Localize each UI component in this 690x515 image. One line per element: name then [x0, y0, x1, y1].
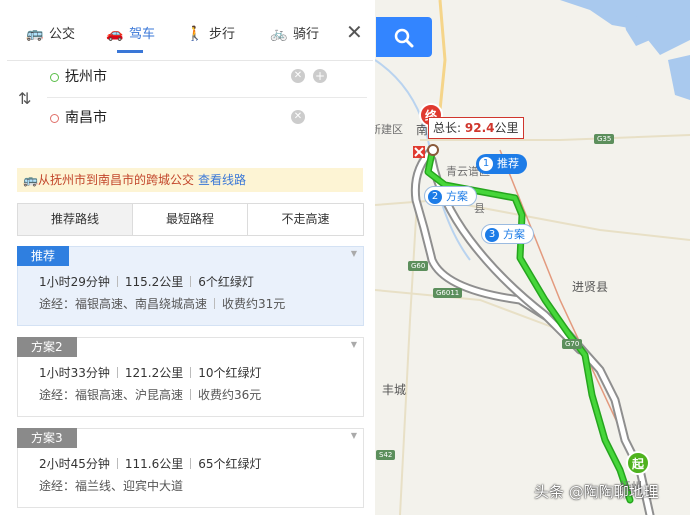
route-time: 1小时33分钟: [39, 366, 110, 380]
map-place-label: 丰城: [382, 383, 407, 397]
add-waypoint-icon[interactable]: +: [313, 69, 327, 83]
mode-car[interactable]: 🚗 驾车: [105, 24, 156, 53]
route-toll: 收费约36元: [198, 388, 262, 402]
mode-bike[interactable]: 🚲 骑行: [269, 24, 319, 44]
route-card-2[interactable]: 方案2 ▼ 1小时33分钟 121.2公里 10个红绿灯 途经：福银高速、沪昆高速收…: [17, 337, 364, 417]
route-lights: 10个红绿灯: [198, 366, 262, 380]
route-tag-recommended[interactable]: 1 推荐: [476, 154, 527, 174]
route-via-text: 途经：福兰线、迎宾中大道: [39, 479, 184, 493]
route-summary: 2小时45分钟 111.6公里 65个红绿灯: [39, 455, 262, 473]
route-tag-plan-2[interactable]: 2 方案: [424, 186, 477, 206]
route-distance: 115.2公里: [124, 275, 184, 289]
route-via-text: 途经：福银高速、沪昆高速: [39, 388, 184, 402]
mode-bus[interactable]: 🚌 公交: [25, 24, 75, 44]
route-badge: 推荐: [17, 246, 70, 266]
caret-down-icon: ▼: [350, 249, 357, 258]
destination-field[interactable]: 南昌市 ✕: [47, 102, 367, 138]
route-panel: 🚌 公交 🚗 驾车 🚶 步行 🚲 骑行 ✕ ⇅ 抚州市 ✕ + 南昌市 ✕ 🚌从抚州市到…: [0, 0, 375, 515]
total-distance-value: 92.4: [464, 121, 495, 135]
tab-shortest[interactable]: 最短路程: [133, 204, 248, 235]
tab-recommended[interactable]: 推荐路线: [18, 204, 133, 235]
route-via: 途经：福银高速、沪昆高速 收费约36元: [39, 386, 261, 404]
route-preference-tabs: 推荐路线 最短路程 不走高速: [17, 203, 364, 236]
route-tag-label: 方案: [503, 228, 525, 241]
map-place-label: 进贤县: [572, 280, 609, 294]
mode-walk[interactable]: 🚶 步行: [185, 24, 235, 44]
clear-origin-icon[interactable]: ✕: [291, 69, 305, 83]
bus-icon: 🚌: [26, 26, 44, 42]
tab-no-highway[interactable]: 不走高速: [248, 204, 363, 235]
route-inputs: ⇅ 抚州市 ✕ + 南昌市 ✕: [7, 60, 373, 140]
highway-shield: G35: [594, 134, 615, 144]
route-distance: 111.6公里: [124, 457, 184, 471]
search-button[interactable]: [376, 17, 432, 57]
car-icon: 🚗: [106, 26, 124, 42]
input-divider: [47, 97, 367, 98]
bike-icon: 🚲: [270, 26, 288, 42]
highway-shield: G70: [562, 339, 583, 349]
route-summary: 1小时29分钟 115.2公里 6个红绿灯: [39, 273, 254, 291]
route-via-text: 途经：福银高速、南昌绕城高速: [39, 297, 208, 311]
route-card-1[interactable]: 推荐 ▼ 1小时29分钟 115.2公里 6个红绿灯 途经：福银高速、南昌绕城高速收…: [17, 246, 364, 326]
intercity-bus-tip: 🚌从抚州市到南昌市的跨城公交 查看线路: [17, 168, 363, 192]
route-toll: 收费约31元: [222, 297, 286, 311]
origin-input[interactable]: 抚州市: [65, 67, 107, 87]
view-lines-link[interactable]: 查看线路: [198, 173, 246, 187]
route-badge: 方案2: [17, 337, 77, 357]
mode-label: 公交: [49, 27, 76, 42]
map-place-label: 县: [474, 202, 485, 215]
watermark: 头条 @陶陶聊地理: [534, 483, 659, 501]
route-tag-label: 方案: [446, 190, 468, 203]
clear-destination-icon[interactable]: ✕: [291, 110, 305, 124]
start-pin[interactable]: 起: [626, 451, 650, 475]
route-tag-plan-3[interactable]: 3 方案: [481, 224, 534, 244]
total-distance-box: 总长: 92.4公里: [428, 117, 524, 139]
travel-mode-bar: 🚌 公交 🚗 驾车 🚶 步行 🚲 骑行: [7, 12, 373, 60]
route-badge: 方案3: [17, 428, 77, 448]
caret-down-icon: ▼: [350, 431, 357, 440]
route-via: 途经：福兰线、迎宾中大道: [39, 477, 183, 495]
search-icon: [394, 28, 414, 48]
bus-tip-text: 从抚州市到南昌市的跨城公交: [37, 173, 194, 187]
route-tag-number: 2: [428, 190, 442, 204]
mode-label: 步行: [209, 27, 236, 42]
route-via: 途经：福银高速、南昌绕城高速 收费约31元: [39, 295, 285, 313]
total-distance-label: 总长:: [433, 121, 462, 135]
swap-icon[interactable]: ⇅: [18, 89, 31, 108]
route-tag-label: 推荐: [497, 157, 519, 170]
origin-dot-icon: [50, 73, 59, 82]
route-card-3[interactable]: 方案3 ▼ 2小时45分钟 111.6公里 65个红绿灯 途经：福兰线、迎宾中大道: [17, 428, 364, 508]
route-lights: 65个红绿灯: [198, 457, 262, 471]
route-distance: 121.2公里: [124, 366, 184, 380]
highway-shield: G6011: [433, 288, 463, 298]
bus-icon: 🚌: [23, 173, 38, 187]
total-distance-unit: 公里: [494, 121, 519, 135]
close-icon[interactable]: ✕: [346, 22, 363, 42]
highway-shield: S42: [376, 450, 396, 460]
route-results: 🚌从抚州市到南昌市的跨城公交 查看线路 推荐路线 最短路程 不走高速 推荐 ▼ 1…: [7, 148, 373, 515]
origin-field[interactable]: 抚州市 ✕ +: [47, 61, 367, 97]
route-time: 1小时29分钟: [39, 275, 110, 289]
destination-input[interactable]: 南昌市: [65, 108, 107, 128]
destination-dot-icon: [50, 114, 59, 123]
highway-shield: G60: [408, 261, 429, 271]
route-tag-number: 1: [479, 157, 493, 171]
walk-icon: 🚶: [186, 26, 204, 42]
route-summary: 1小时33分钟 121.2公里 10个红绿灯: [39, 364, 262, 382]
route-tag-number: 3: [485, 228, 499, 242]
caret-down-icon: ▼: [350, 340, 357, 349]
route-lights: 6个红绿灯: [198, 275, 254, 289]
mode-label: 驾车: [129, 27, 156, 42]
mode-label: 骑行: [293, 27, 320, 42]
route-time: 2小时45分钟: [39, 457, 110, 471]
